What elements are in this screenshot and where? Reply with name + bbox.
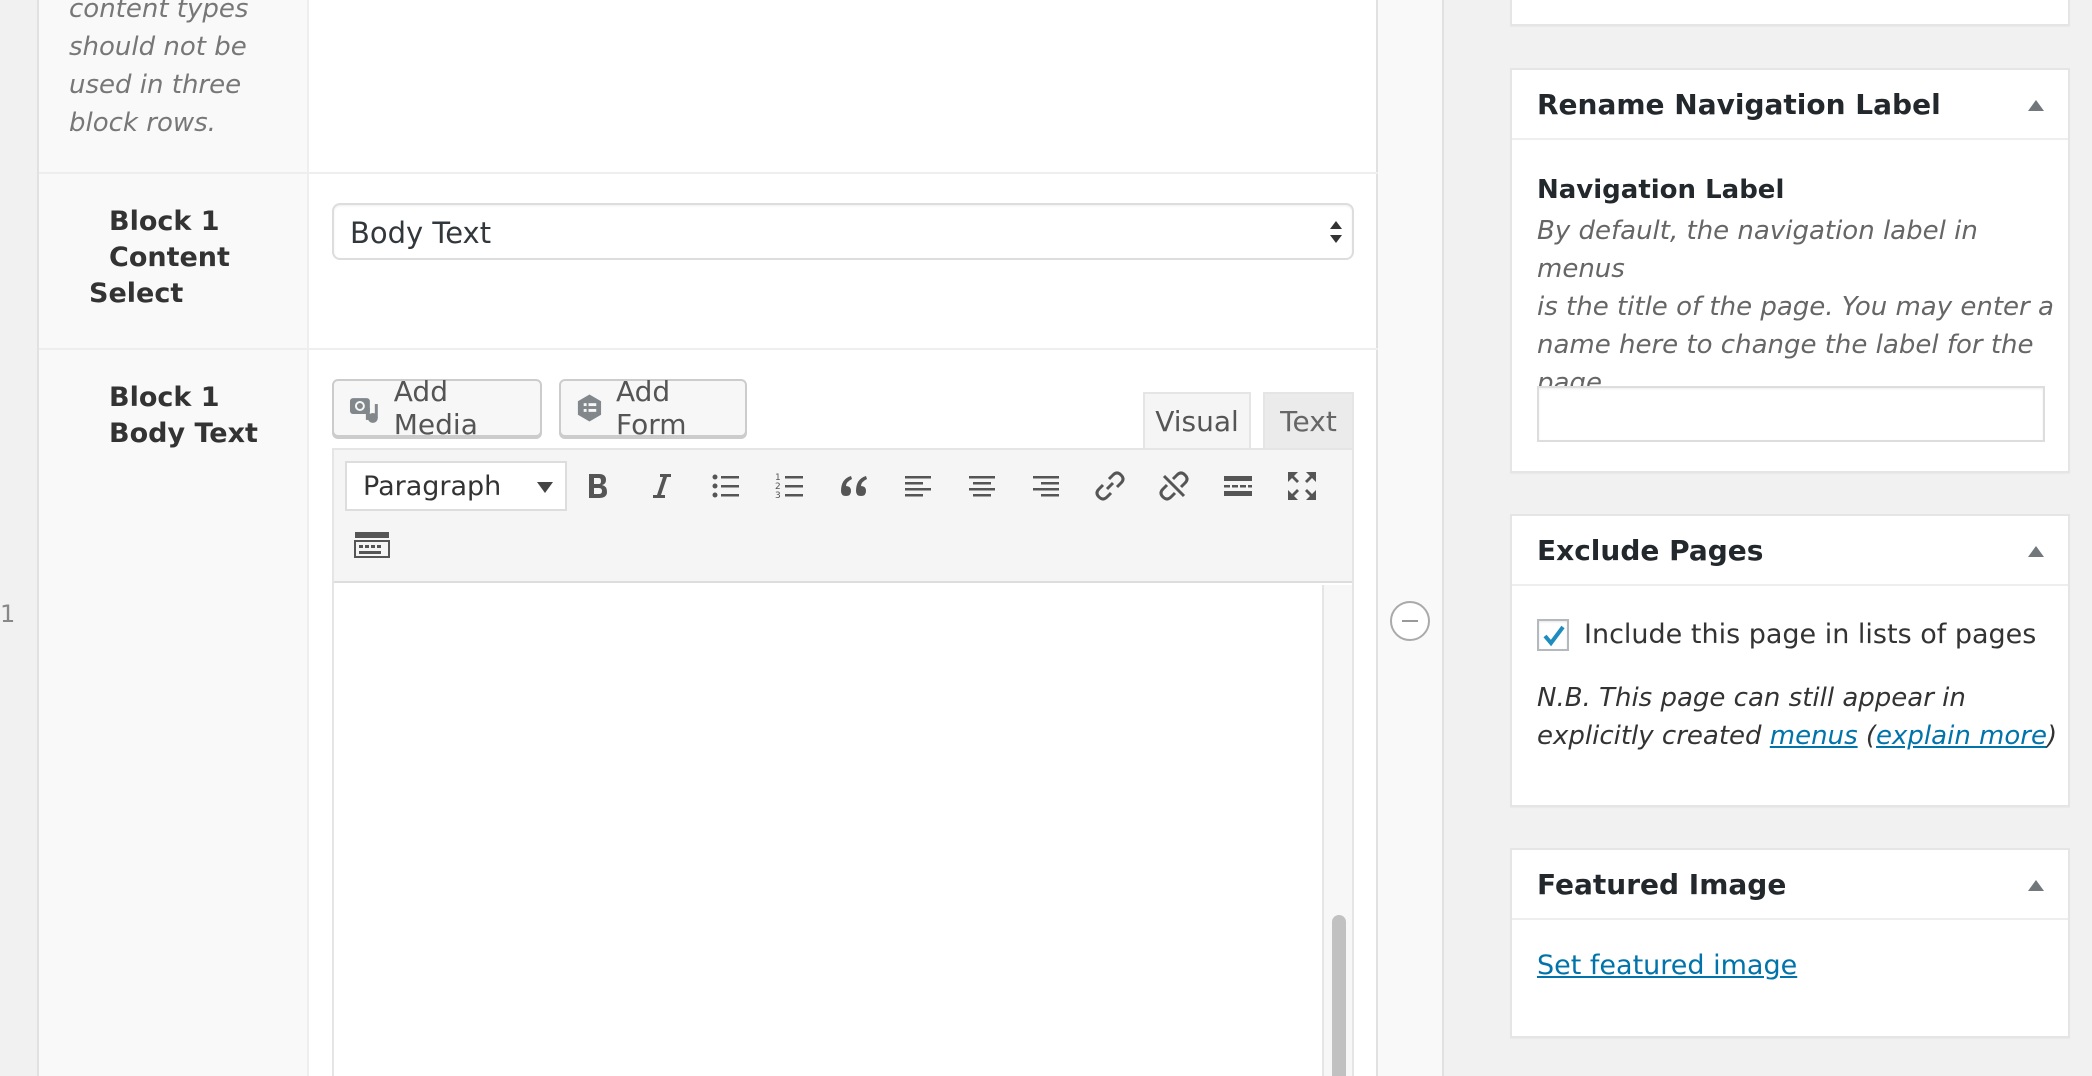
explain-more-link[interactable]: explain more — [1876, 721, 2047, 751]
bold-icon[interactable] — [576, 464, 620, 508]
scrollbar-thumb[interactable] — [1332, 915, 1346, 1076]
block1-content-select-label: Block 1 Content Select — [89, 204, 230, 312]
insert-link-icon[interactable] — [1088, 464, 1132, 508]
dropdown-arrow-icon — [537, 482, 553, 493]
toolbar-toggle-icon[interactable] — [350, 524, 394, 568]
add-media-label: Add Media — [393, 375, 478, 441]
description-line: should not be — [69, 32, 247, 62]
numbered-list-icon[interactable]: 123 — [768, 464, 812, 508]
block1-body-text-label: Block 1 Body Text — [109, 380, 258, 452]
row-actions-column — [1378, 0, 1444, 1076]
align-left-icon[interactable] — [896, 464, 940, 508]
align-center-icon[interactable] — [960, 464, 1004, 508]
italic-icon[interactable] — [640, 464, 684, 508]
navigation-label-input[interactable] — [1537, 386, 2045, 442]
editor-toolbar: Paragraph 123 — [334, 450, 1352, 583]
note-text: explicitly created — [1537, 721, 1770, 751]
navigation-label-heading: Navigation Label — [1537, 175, 1785, 205]
rename-navigation-label-box: Rename Navigation Label Navigation Label… — [1510, 68, 2070, 473]
include-page-checkbox[interactable] — [1537, 619, 1569, 651]
label-line: Select — [89, 278, 184, 309]
exclude-pages-box: Exclude Pages Include this page in lists… — [1510, 514, 2070, 807]
postbox-title: Rename Navigation Label — [1537, 88, 1941, 121]
field-description: content types should not be used in thre… — [69, 0, 248, 142]
content-select[interactable]: Body Text — [332, 203, 1354, 260]
tab-text[interactable]: Text — [1263, 392, 1354, 449]
set-featured-image-link[interactable]: Set featured image — [1537, 950, 1797, 981]
label-line: Content — [109, 242, 230, 273]
featured-image-box: Featured Image Set featured image — [1510, 848, 2070, 1038]
include-page-label[interactable]: Include this page in lists of pages — [1584, 619, 2036, 650]
label-line: Body Text — [109, 418, 258, 449]
description-line: block rows. — [69, 108, 216, 138]
exclude-pages-note: N.B. This page can still appear in expli… — [1537, 679, 2057, 755]
description-line: content types — [69, 0, 249, 24]
postbox-title: Featured Image — [1537, 868, 1787, 901]
postbox-header[interactable]: Rename Navigation Label — [1512, 70, 2068, 140]
collapse-arrow-icon[interactable] — [2028, 546, 2044, 557]
add-media-icon — [349, 398, 378, 423]
paren: ) — [2046, 721, 2058, 751]
remove-row-icon[interactable] — [1390, 601, 1430, 641]
add-form-button[interactable]: Add Form — [559, 375, 747, 441]
content-select-value: Body Text — [350, 216, 492, 250]
postbox-title: Exclude Pages — [1537, 534, 1764, 567]
checkmark-icon — [1543, 625, 1565, 647]
label-line: Block 1 — [109, 382, 220, 413]
form-icon — [577, 394, 602, 422]
navigation-label-description: By default, the navigation label in menu… — [1537, 212, 2068, 402]
description-line: name here to change the label for the — [1537, 330, 2034, 360]
add-form-label: Add Form — [615, 375, 687, 441]
row-divider — [39, 348, 1378, 350]
postbox-header[interactable]: Exclude Pages — [1512, 516, 2068, 586]
wysiwyg-editor: Paragraph 123 — [332, 448, 1354, 1076]
row-divider — [39, 172, 1378, 174]
note-line: explicitly created menus (explain more) — [1537, 717, 2057, 755]
bulleted-list-icon[interactable] — [704, 464, 748, 508]
remove-link-icon[interactable] — [1152, 464, 1196, 508]
previous-postbox — [1510, 0, 2070, 26]
row-number: 1 — [0, 600, 16, 628]
description-line: By default, the navigation label in menu… — [1537, 216, 1978, 284]
editor-scrollbar[interactable] — [1322, 585, 1352, 1076]
collapse-arrow-icon[interactable] — [2028, 880, 2044, 891]
description-line: is the title of the page. You may enter … — [1537, 292, 2054, 322]
editor-content-area[interactable] — [334, 585, 1322, 1076]
collapse-arrow-icon[interactable] — [2028, 100, 2044, 111]
format-select[interactable]: Paragraph — [345, 461, 567, 511]
select-arrows-icon — [1330, 221, 1342, 243]
tab-visual[interactable]: Visual — [1143, 392, 1251, 449]
postbox-header[interactable]: Featured Image — [1512, 850, 2068, 920]
blockquote-icon[interactable] — [832, 464, 876, 508]
format-select-value: Paragraph — [363, 471, 502, 502]
paren: ( — [1857, 721, 1877, 751]
align-right-icon[interactable] — [1024, 464, 1068, 508]
note-line: N.B. This page can still appear in — [1537, 683, 1966, 713]
acf-field-table: content types should not be used in thre… — [37, 0, 1378, 1076]
add-media-button[interactable]: Add Media — [332, 375, 542, 441]
description-line: used in three — [69, 70, 242, 100]
label-column — [39, 0, 309, 1076]
fullscreen-icon[interactable] — [1280, 464, 1324, 508]
menus-link[interactable]: menus — [1770, 721, 1858, 751]
label-line: Block 1 — [109, 206, 220, 237]
read-more-icon[interactable] — [1216, 464, 1260, 508]
svg-text:3: 3 — [775, 491, 781, 501]
